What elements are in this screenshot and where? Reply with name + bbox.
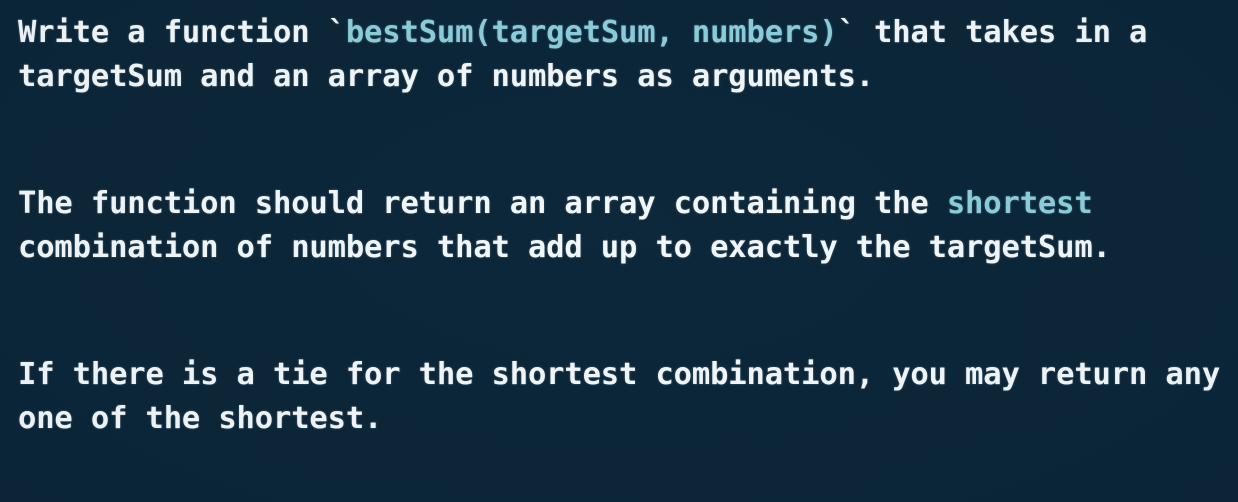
- paragraph-1-open-backtick: `: [327, 15, 346, 50]
- paragraph-3: If there is a tie for the shortest combi…: [18, 353, 1234, 441]
- paragraph-2: The function should return an array cont…: [18, 182, 1234, 270]
- paragraph-1-close-backtick: `: [837, 15, 856, 50]
- problem-statement-body: Write a function `bestSum(targetSum, num…: [18, 0, 1234, 441]
- paragraph-2-lead-text: The function should return an array cont…: [18, 186, 947, 221]
- problem-statement-screen: Write a function `bestSum(targetSum, num…: [0, 0, 1238, 502]
- paragraph-1-lead-text: Write a function: [18, 15, 328, 50]
- paragraph-3-text: If there is a tie for the shortest combi…: [18, 357, 1238, 436]
- highlight-shortest: shortest: [946, 186, 1093, 221]
- inline-code-bestsum-signature: bestSum(targetSum, numbers): [345, 15, 838, 50]
- paragraph-1: Write a function `bestSum(targetSum, num…: [18, 11, 1234, 99]
